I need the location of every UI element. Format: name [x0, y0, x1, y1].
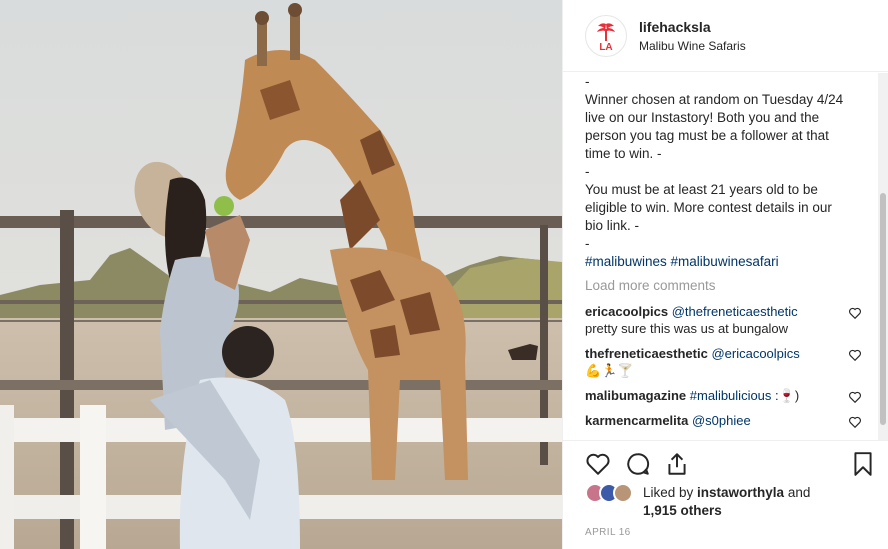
comment-mention[interactable]: @thefreneticaesthetic — [672, 304, 798, 319]
post-caption: - Winner chosen at random on Tuesday 4/2… — [585, 73, 857, 271]
comment-username[interactable]: ericacoolpics — [585, 304, 668, 319]
comment-text: :🍷) — [775, 388, 800, 403]
post-date[interactable]: APRIL 16 — [585, 527, 631, 538]
scrollbar-thumb[interactable] — [880, 193, 886, 425]
caption-line: live on our Instastory! Both you and the — [585, 110, 820, 125]
post-location[interactable]: Malibu Wine Safaris — [639, 39, 746, 53]
load-more-comments-button[interactable]: Load more comments — [585, 277, 879, 295]
heart-icon[interactable] — [585, 451, 611, 477]
comment-mention[interactable]: @ericacoolpics — [711, 346, 799, 361]
likes-summary: Liked by instaworthyla and 1,915 others — [585, 483, 885, 519]
comment-username[interactable]: karmencarmelita — [585, 413, 688, 428]
caption-line: - — [585, 164, 590, 179]
comment-item: thefreneticaesthetic @ericacoolpics 💪🏃🍸 — [585, 345, 861, 379]
bookmark-icon[interactable] — [850, 451, 876, 477]
post-photo[interactable] — [0, 0, 562, 549]
caption-line: time to win. - — [585, 146, 662, 161]
comment-username[interactable]: malibumagazine — [585, 388, 686, 403]
likes-prefix: Liked by — [643, 485, 698, 500]
likes-suffix: and — [784, 485, 811, 500]
caption-line: person you tag must be a follower at tha… — [585, 128, 829, 143]
action-bar — [563, 440, 888, 485]
palm-logo-icon: LA — [597, 22, 615, 52]
comment-item: ericacoolpics @thefreneticaesthetic pret… — [585, 303, 861, 337]
comment-text: pretty sure this was us at bungalow — [585, 321, 789, 336]
comment-mention[interactable]: @s0phiee — [692, 413, 751, 428]
comments-scrollbar[interactable] — [878, 73, 888, 440]
comment-heart-icon[interactable] — [848, 348, 862, 362]
liker-avatar — [613, 483, 633, 503]
avatar-lettering: LA — [599, 42, 612, 52]
caption-line: bio link. - — [585, 218, 640, 233]
comment-item: malibumagazine #malibulicious :🍷) — [585, 387, 861, 404]
share-icon[interactable] — [664, 451, 690, 477]
comment-heart-icon[interactable] — [848, 306, 862, 320]
giraffe-photo — [0, 0, 562, 549]
caption-line: You must be at least 21 years old to be — [585, 182, 818, 197]
comment-mention[interactable]: #malibulicious — [690, 388, 772, 403]
comment-heart-icon[interactable] — [848, 390, 862, 404]
caption-line: eligible to win. More contest details in… — [585, 200, 832, 215]
comment-icon[interactable] — [625, 451, 651, 477]
likes-text: Liked by instaworthyla and 1,915 others — [643, 484, 883, 520]
caption-line: Winner chosen at random on Tuesday 4/24 — [585, 92, 844, 107]
post-username[interactable]: lifehacksla — [639, 19, 746, 35]
profile-avatar[interactable]: LA — [585, 14, 627, 57]
caption-line: - — [585, 74, 590, 89]
post-header: LA lifehacksla Malibu Wine Safaris — [563, 0, 888, 72]
post-sidebar: LA lifehacksla Malibu Wine Safaris - Win… — [562, 0, 888, 549]
comment-text: 💪🏃🍸 — [585, 363, 634, 378]
caption-hashtags[interactable]: #malibuwines #malibuwinesafari — [585, 253, 857, 271]
caption-line: - — [585, 236, 590, 251]
liker-avatars[interactable] — [585, 483, 637, 503]
liker-username[interactable]: instaworthyla — [697, 485, 784, 500]
comment-username[interactable]: thefreneticaesthetic — [585, 346, 708, 361]
likes-others-link[interactable]: 1,915 others — [643, 503, 722, 518]
comment-item: karmencarmelita @s0phiee — [585, 412, 861, 429]
instagram-post-modal: LA lifehacksla Malibu Wine Safaris - Win… — [0, 0, 888, 549]
comments-list: - Winner chosen at random on Tuesday 4/2… — [563, 73, 879, 440]
comment-heart-icon[interactable] — [848, 415, 862, 429]
